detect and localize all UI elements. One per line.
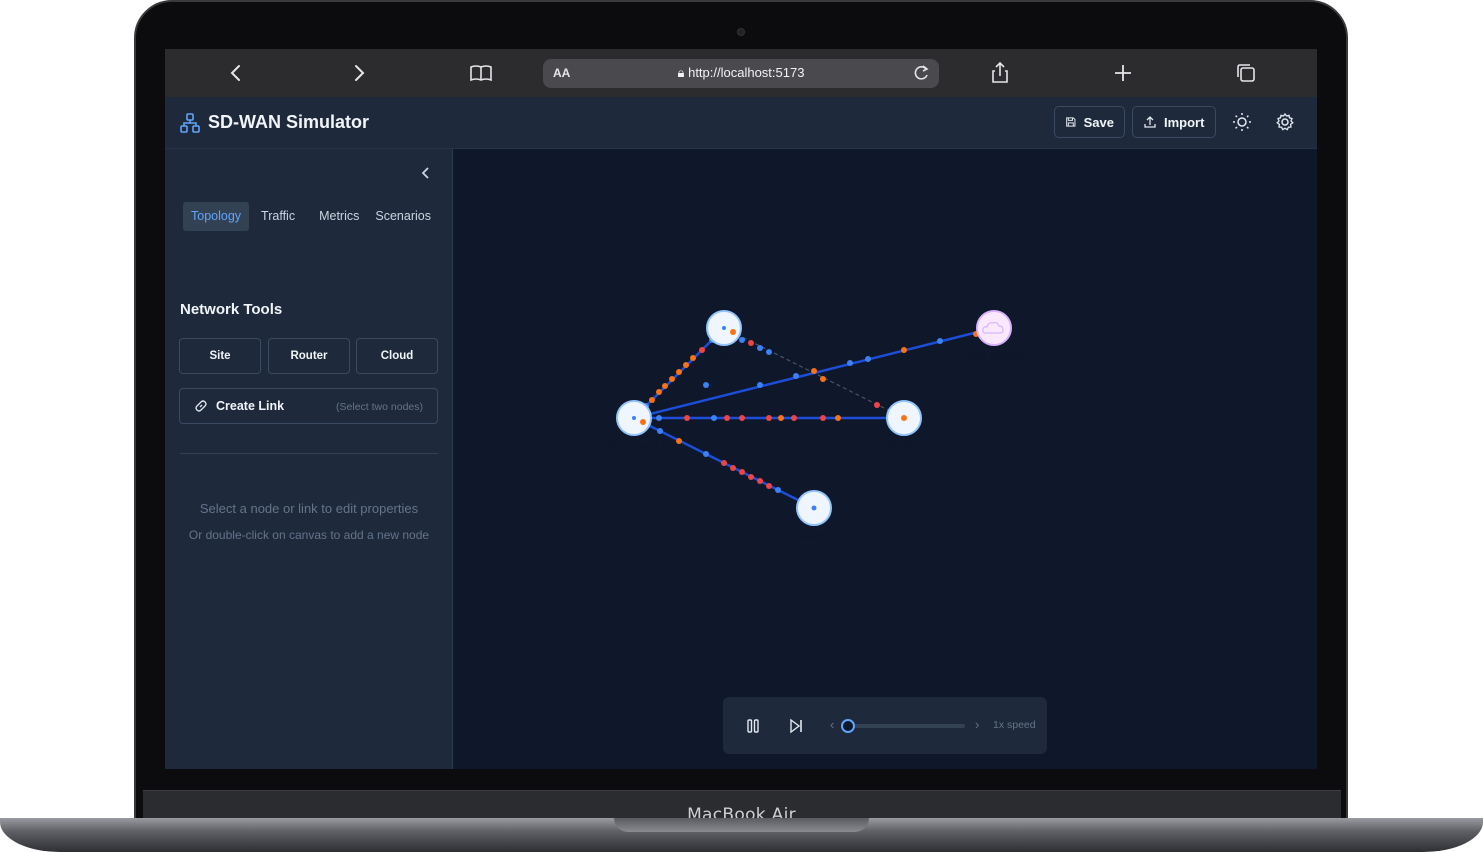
- node-branch-2[interactable]: Branch 2: [794, 490, 834, 542]
- save-button[interactable]: Save: [1054, 106, 1125, 138]
- upload-icon: [1144, 116, 1156, 128]
- new-tab-icon[interactable]: [1109, 59, 1137, 87]
- step-forward-icon[interactable]: [787, 717, 805, 735]
- empty-state-line1: Select a node or link to edit properties: [199, 501, 419, 516]
- sun-theme-icon[interactable]: [1229, 109, 1255, 135]
- node-label-edge: Edge Router 1: [602, 441, 667, 452]
- pause-icon[interactable]: [745, 717, 761, 735]
- empty-state-line2: Or double-click on canvas to add a new n…: [188, 528, 430, 542]
- add-cloud-button[interactable]: Cloud: [356, 338, 438, 374]
- url-field[interactable]: AA 🔒︎ http://localhost:5173: [543, 59, 939, 88]
- speed-label: 1x speed: [993, 719, 1036, 731]
- import-label: Import: [1164, 114, 1205, 130]
- save-label: Save: [1083, 114, 1114, 130]
- node-label-cloud: Cloud Services: [960, 351, 1027, 362]
- forward-icon[interactable]: [345, 59, 373, 87]
- app-title: SD-WAN Simulator: [208, 112, 370, 132]
- reload-icon[interactable]: [911, 62, 931, 89]
- topology-canvas[interactable]: HQ Cloud Services Edge Router 1 Branch 1: [454, 149, 1317, 769]
- back-icon[interactable]: [222, 59, 250, 87]
- tab-topology[interactable]: Topology: [183, 202, 250, 231]
- tab-scenarios[interactable]: Scenarios: [373, 202, 433, 231]
- link-icon: [195, 400, 207, 412]
- node-edge-router[interactable]: Edge Router 1: [602, 400, 667, 452]
- node-branch-1[interactable]: Branch 1: [884, 400, 924, 452]
- playback-controls: ‹ › 1x speed: [723, 697, 1047, 754]
- app-header: SD-WAN Simulator Save Import: [165, 97, 1317, 149]
- tabs-overview-icon[interactable]: [1232, 59, 1260, 87]
- url-text: 🔒︎ http://localhost:5173: [677, 65, 805, 80]
- node-label-branch2: Branch 2: [794, 531, 834, 542]
- collapse-sidebar-icon[interactable]: [419, 165, 433, 186]
- node-hq[interactable]: HQ: [706, 310, 742, 362]
- lock-icon: 🔒︎: [677, 65, 685, 80]
- add-site-button[interactable]: Site: [179, 338, 261, 374]
- tab-metrics[interactable]: Metrics: [307, 202, 371, 231]
- screen: AA 🔒︎ http://localhost:5173 SD-WAN Simul…: [165, 49, 1317, 769]
- browser-toolbar: AA 🔒︎ http://localhost:5173: [165, 49, 1317, 97]
- add-router-button[interactable]: Router: [268, 338, 350, 374]
- create-link-label: Create Link: [216, 399, 285, 413]
- section-title: Network Tools: [180, 301, 283, 318]
- tab-traffic[interactable]: Traffic: [251, 202, 305, 231]
- create-link-hint: (Select two nodes): [336, 401, 423, 413]
- create-link-button[interactable]: Create Link (Select two nodes): [179, 388, 438, 424]
- save-icon: [1066, 117, 1076, 127]
- timeline-slider[interactable]: [841, 724, 965, 728]
- bookmarks-icon[interactable]: [467, 59, 495, 87]
- speed-up-icon[interactable]: ›: [975, 717, 979, 732]
- laptop-notch: [614, 818, 869, 832]
- divider: [180, 453, 438, 454]
- speed-down-icon[interactable]: ‹: [830, 717, 834, 732]
- share-icon[interactable]: [986, 59, 1014, 87]
- timeline-slider-thumb[interactable]: [841, 719, 855, 733]
- node-cloud-services[interactable]: Cloud Services: [960, 310, 1028, 362]
- network-logo-icon: [180, 113, 200, 133]
- traffic-packets: [639, 331, 979, 493]
- sidebar-tabs: Topology Traffic Metrics Scenarios: [183, 202, 435, 231]
- settings-gear-icon[interactable]: [1272, 109, 1298, 135]
- node-label-branch1: Branch 1: [884, 441, 924, 452]
- camera: [737, 28, 745, 36]
- import-button[interactable]: Import: [1132, 106, 1216, 138]
- topology-graph[interactable]: HQ Cloud Services Edge Router 1 Branch 1: [454, 149, 1317, 769]
- node-label-hq: HQ: [717, 351, 732, 362]
- sidebar: Topology Traffic Metrics Scenarios Netwo…: [165, 149, 453, 769]
